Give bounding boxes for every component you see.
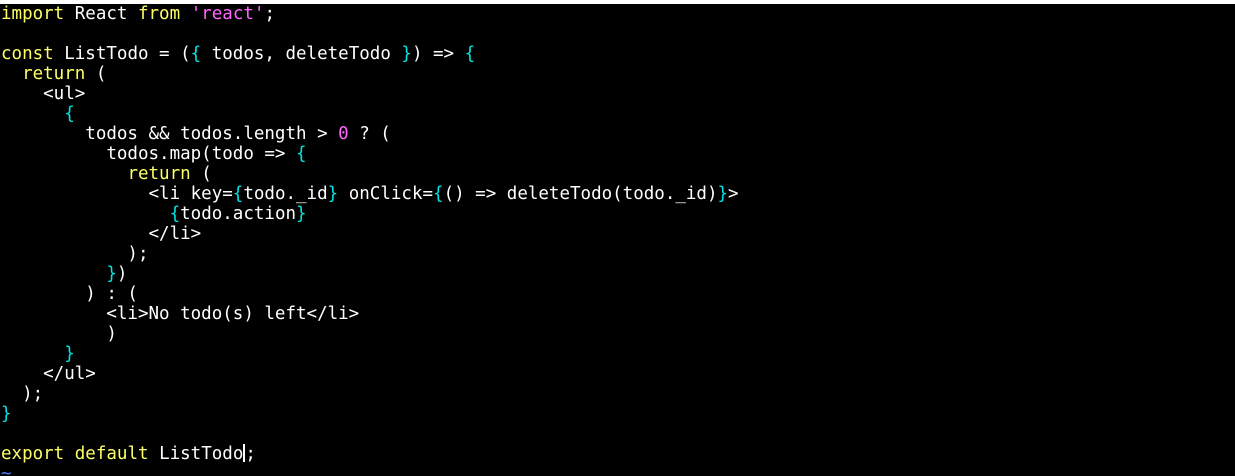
code-token: ); — [1, 384, 44, 404]
empty-line-marker: ~ — [1, 464, 12, 476]
code-token: { — [169, 204, 181, 224]
code-token: { — [464, 44, 476, 64]
code-line: } — [0, 344, 1235, 364]
code-line: <li>No todo(s) left</li> — [0, 304, 1235, 324]
code-token: ) — [1, 324, 117, 344]
code-token: } — [327, 184, 339, 204]
code-token: { — [232, 184, 244, 204]
code-token: } — [64, 344, 75, 364]
terminal-window[interactable]: import React from 'react'; const ListTod… — [0, 4, 1235, 476]
code-token: ListTodo = ( — [53, 44, 191, 64]
code-token: <ul> — [1, 84, 86, 104]
code-token: todos.map(todo => — [1, 144, 297, 164]
code-line: } — [0, 404, 1235, 424]
code-token: ) — [116, 264, 128, 284]
code-editor[interactable]: import React from 'react'; const ListTod… — [0, 4, 1235, 476]
code-token: } — [1, 404, 12, 424]
code-line: import React from 'react'; — [0, 4, 1235, 24]
code-token: todo.action — [180, 204, 297, 224]
code-token: { — [433, 184, 444, 204]
code-line: ); — [0, 384, 1235, 404]
code-token: ListTodo — [148, 444, 244, 464]
code-token: 'react' — [190, 4, 265, 24]
code-token: ( — [190, 164, 212, 184]
code-line: ) — [0, 324, 1235, 344]
code-token: todos, deleteTodo — [201, 44, 402, 64]
code-token: export — [1, 444, 65, 464]
code-token: () => deleteTodo(todo._id) — [443, 184, 718, 204]
code-token: ; — [245, 444, 256, 464]
code-token: } — [106, 264, 117, 284]
code-token: } — [296, 204, 307, 224]
code-line: ); — [0, 244, 1235, 264]
code-token: { — [64, 104, 75, 124]
code-line: ) : ( — [0, 284, 1235, 304]
code-token: <li key= — [1, 184, 233, 204]
code-token: return — [127, 164, 191, 184]
code-line: {todo.action} — [0, 204, 1235, 224]
code-line: ~ — [0, 464, 1235, 476]
code-line: export default ListTodo; — [0, 444, 1235, 464]
code-token: ; — [264, 4, 275, 24]
code-token: { — [296, 144, 307, 164]
code-line: </ul> — [0, 364, 1235, 384]
code-token: } — [401, 44, 412, 64]
code-token: todo._id — [243, 184, 328, 204]
code-token: </li> — [1, 224, 202, 244]
code-token: from — [137, 4, 181, 24]
code-line: </li> — [0, 224, 1235, 244]
code-line: <li key={todo._id} onClick={() => delete… — [0, 184, 1235, 204]
code-token: return — [22, 64, 86, 84]
code-token: todos && todos.length > — [1, 124, 339, 144]
code-token: ) : ( — [1, 284, 138, 304]
code-token: React — [64, 4, 138, 24]
code-token: ( — [85, 64, 107, 84]
code-token: import — [1, 4, 65, 24]
code-line: <ul> — [0, 84, 1235, 104]
code-line: return ( — [0, 164, 1235, 184]
code-line: todos.map(todo => { — [0, 144, 1235, 164]
code-token: <li>No todo(s) left</li> — [1, 304, 360, 324]
code-token: onClick= — [338, 184, 434, 204]
code-line: todos && todos.length > 0 ? ( — [0, 124, 1235, 144]
code-token: ) => — [411, 44, 465, 64]
code-token: ); — [1, 244, 149, 264]
code-token: } — [717, 184, 729, 204]
code-line: { — [0, 104, 1235, 124]
code-token: > — [728, 184, 739, 204]
code-line: }) — [0, 264, 1235, 284]
code-line: return ( — [0, 64, 1235, 84]
code-token: const — [1, 44, 54, 64]
code-line: const ListTodo = ({ todos, deleteTodo })… — [0, 44, 1235, 64]
code-token: default — [74, 444, 149, 464]
code-token: ? ( — [348, 124, 391, 144]
code-token: </ul> — [1, 364, 96, 384]
code-token: 0 — [338, 124, 349, 144]
code-token: { — [190, 44, 202, 64]
